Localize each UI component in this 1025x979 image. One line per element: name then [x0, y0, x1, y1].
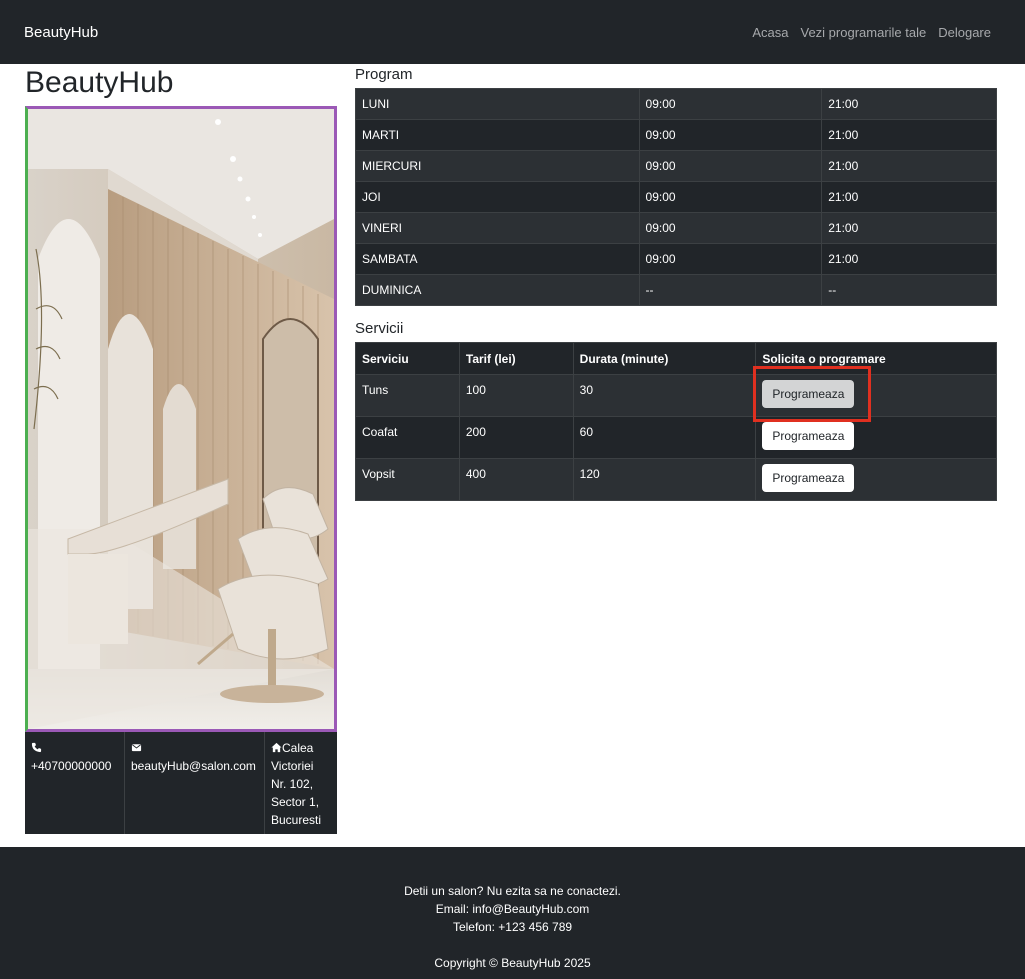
table-row: MARTI 09:00 21:00	[355, 119, 997, 151]
address-line-4: Sector 1,	[271, 795, 320, 809]
service-price: 100	[458, 374, 574, 417]
program-close: 21:00	[821, 88, 997, 120]
table-row: Tuns 100 30 Programeaza	[355, 374, 997, 417]
table-row: Coafat 200 60 Programeaza	[355, 416, 997, 459]
header-durata: Durata (minute)	[572, 342, 757, 375]
navbar: BeautyHub Acasa Vezi programarile tale D…	[0, 0, 1025, 64]
program-day: LUNI	[355, 88, 640, 120]
programeaza-button-tuns[interactable]: Programeaza	[762, 380, 855, 408]
program-open: 09:00	[638, 119, 823, 151]
program-open: --	[638, 274, 823, 306]
nav-links: Acasa Vezi programarile tale Delogare	[752, 25, 991, 40]
program-open: 09:00	[638, 212, 823, 244]
service-action: Programeaza	[755, 416, 997, 459]
envelope-icon	[131, 744, 142, 752]
program-open: 09:00	[638, 243, 823, 275]
service-duration: 30	[572, 374, 757, 417]
footer-copyright: Copyright © BeautyHub 2025	[434, 956, 591, 970]
footer: Detii un salon? Nu ezita sa ne conactezi…	[0, 847, 1025, 979]
header-tarif: Tarif (lei)	[458, 342, 574, 375]
program-table: LUNI 09:00 21:00 MARTI 09:00 21:00 MIERC…	[355, 88, 997, 306]
program-close: 21:00	[821, 243, 997, 275]
contact-phone-text[interactable]: +40700000000	[31, 759, 111, 773]
footer-line-1: Detii un salon? Nu ezita sa ne conactezi…	[404, 884, 621, 898]
program-open: 09:00	[638, 88, 823, 120]
contact-email-text[interactable]: beautyHub@salon.com	[131, 759, 256, 773]
contact-info: +40700000000 beautyHub@salon.com Calea V…	[25, 732, 337, 834]
program-day: DUMINICA	[355, 274, 640, 306]
service-price: 200	[458, 416, 574, 459]
address-line-1: Calea	[282, 741, 314, 755]
table-row: LUNI 09:00 21:00	[355, 88, 997, 120]
table-row: SAMBATA 09:00 21:00	[355, 243, 997, 275]
address-line-2: Victoriei	[271, 759, 314, 773]
program-title: Program	[355, 66, 413, 83]
programeaza-button-vopsit[interactable]: Programeaza	[762, 464, 855, 492]
address-line-5: Bucuresti	[271, 813, 322, 827]
table-row: VINERI 09:00 21:00	[355, 212, 997, 244]
service-action: Programeaza	[755, 458, 997, 501]
program-day: JOI	[355, 181, 640, 213]
program-day: VINERI	[355, 212, 640, 244]
program-open: 09:00	[638, 181, 823, 213]
footer-email[interactable]: Email: info@BeautyHub.com	[0, 900, 1025, 918]
program-close: --	[821, 274, 997, 306]
table-row: JOI 09:00 21:00	[355, 181, 997, 213]
program-day: MARTI	[355, 119, 640, 151]
contact-phone: +40700000000	[25, 732, 125, 834]
table-row: DUMINICA -- --	[355, 274, 997, 306]
service-duration: 120	[572, 458, 757, 501]
service-name: Coafat	[355, 416, 460, 459]
table-row: Vopsit 400 120 Programeaza	[355, 458, 997, 501]
address-line-3: Nr. 102,	[271, 777, 314, 791]
footer-phone: Telefon: +123 456 789	[452, 920, 573, 934]
salon-interior-illustration	[28, 109, 334, 729]
header-serviciu: Serviciu	[355, 342, 460, 375]
program-close: 21:00	[821, 150, 997, 182]
home-icon	[271, 742, 282, 753]
services-title: Servicii	[355, 320, 404, 337]
service-duration: 60	[572, 416, 757, 459]
service-price: 400	[458, 458, 574, 501]
service-action: Programeaza	[755, 374, 997, 417]
navbar-brand[interactable]: BeautyHub	[24, 24, 98, 41]
nav-link-programari[interactable]: Vezi programarile tale	[801, 25, 927, 40]
program-close: 21:00	[821, 212, 997, 244]
header-solicita: Solicita o programare	[755, 342, 997, 375]
contact-email: beautyHub@salon.com	[125, 732, 265, 834]
phone-icon	[31, 742, 42, 753]
salon-photo	[25, 106, 337, 732]
services-table: Serviciu Tarif (lei) Durata (minute) Sol…	[355, 342, 997, 501]
contact-address: Calea Victoriei Nr. 102, Sector 1, Bucur…	[265, 732, 337, 834]
table-header-row: Serviciu Tarif (lei) Durata (minute) Sol…	[355, 342, 997, 375]
program-close: 21:00	[821, 181, 997, 213]
service-name: Vopsit	[355, 458, 460, 501]
service-name: Tuns	[355, 374, 460, 417]
nav-link-delogare[interactable]: Delogare	[938, 25, 991, 40]
nav-link-acasa[interactable]: Acasa	[752, 25, 788, 40]
program-open: 09:00	[638, 150, 823, 182]
program-day: SAMBATA	[355, 243, 640, 275]
table-row: MIERCURI 09:00 21:00	[355, 150, 997, 182]
salon-title: BeautyHub	[25, 66, 174, 99]
program-day: MIERCURI	[355, 150, 640, 182]
programeaza-button-coafat[interactable]: Programeaza	[762, 422, 855, 450]
program-close: 21:00	[821, 119, 997, 151]
